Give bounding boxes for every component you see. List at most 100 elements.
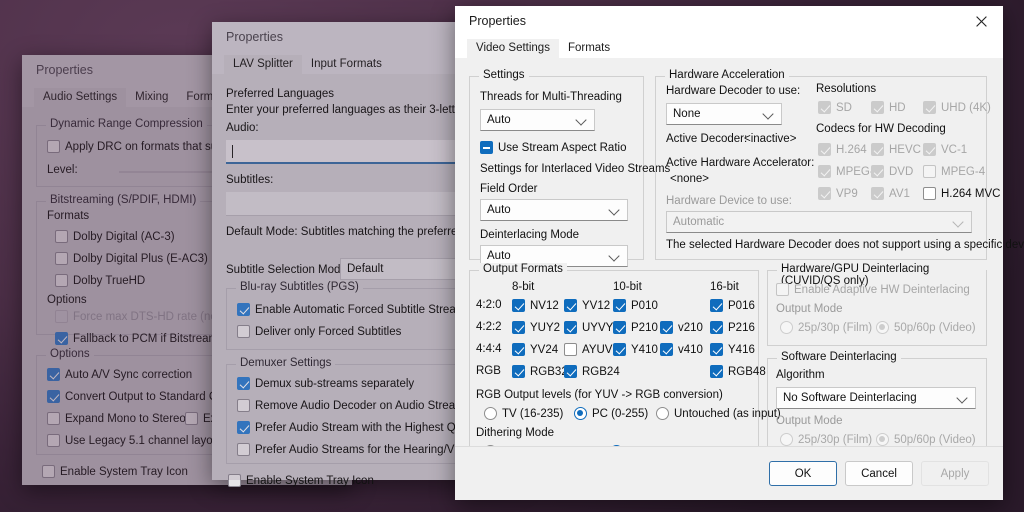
radio-rgb-level-tv[interactable]: TV (16-235) — [484, 407, 563, 420]
checkbox-prefer-audio-stream-highest-quality[interactable]: Prefer Audio Stream with the Highest Qua… — [237, 421, 483, 434]
label-interlaced-video-streams: Settings for Interlaced Video Streams — [480, 163, 670, 175]
checkbox-label: Auto A/V Sync correction — [65, 369, 192, 381]
checkbox-label: Demux sub-streams separately — [255, 378, 414, 390]
select-value: Auto — [487, 250, 609, 262]
tab-mixing[interactable]: Mixing — [126, 88, 177, 107]
checkbox-box — [47, 434, 60, 447]
label-preferred-languages: Preferred Languages — [226, 88, 334, 100]
select-threads-for-multithreading[interactable]: Auto — [480, 109, 595, 131]
checkbox-codec-hevc: HEVC — [871, 143, 921, 156]
label-hardware-decoder-to-use: Hardware Decoder to use: — [666, 85, 800, 97]
tabstrip-video[interactable]: Video Settings Formats — [455, 36, 1003, 58]
checkbox-dolby-digital-ac3[interactable]: Dolby Digital (AC-3) — [55, 230, 175, 243]
radio-rgb-level-pc[interactable]: PC (0-255) — [574, 407, 648, 420]
label-bitstream-options: Options — [47, 294, 87, 306]
checkbox-format-yv12[interactable]: YV12 — [564, 299, 610, 312]
legend-bitstreaming: Bitstreaming (S/PDIF, HDMI) — [46, 194, 200, 206]
apply-button: Apply — [921, 461, 989, 486]
checkbox-box — [564, 343, 577, 356]
checkbox-label: RGB48 — [728, 366, 766, 378]
radio-label: 25p/30p (Film) — [798, 434, 872, 446]
checkbox-format-uyvy[interactable]: UYVY — [564, 321, 613, 334]
checkbox-dolby-truehd[interactable]: Dolby TrueHD — [55, 274, 145, 287]
tab-input-formats[interactable]: Input Formats — [302, 55, 391, 74]
chevron-down-icon — [953, 216, 965, 228]
checkbox-box — [613, 299, 626, 312]
titlebar-video[interactable]: Properties — [455, 6, 1003, 36]
label-hw-output-mode: Output Mode — [776, 303, 842, 315]
checkbox-format-p216[interactable]: P216 — [710, 321, 755, 334]
checkbox-codec-dvd: DVD — [871, 165, 913, 178]
checkbox-expand-mono-to-stereo[interactable]: Expand Mono to Stereo — [47, 412, 186, 425]
checkbox-box — [47, 140, 60, 153]
ok-button[interactable]: OK — [769, 461, 837, 486]
checkbox-label: Dolby Digital Plus (E-AC3) — [73, 253, 208, 265]
checkbox-box — [512, 321, 525, 334]
checkbox-label: RGB32 — [530, 366, 568, 378]
window-video-properties[interactable]: Properties Video Settings Formats Settin… — [455, 6, 1003, 500]
checkbox-format-y416[interactable]: Y416 — [710, 343, 755, 356]
checkbox-label: YV12 — [582, 300, 610, 312]
checkbox-enable-system-tray-icon-splitter[interactable]: Enable System Tray Icon — [228, 474, 374, 487]
checkbox-format-v210[interactable]: v210 — [660, 321, 703, 334]
checkbox-codec-h264: H.264 — [818, 143, 867, 156]
tab-formats[interactable]: Formats — [559, 39, 619, 58]
tab-lav-splitter[interactable]: LAV Splitter — [224, 55, 302, 74]
checkbox-format-ayuv[interactable]: AYUV — [564, 343, 612, 356]
checkbox-format-yv24[interactable]: YV24 — [512, 343, 558, 356]
select-value: Auto — [487, 114, 576, 126]
checkbox-box — [480, 141, 493, 154]
group-settings: Settings Threads for Multi-Threading Aut… — [469, 76, 644, 260]
radio-sw-50p60p-video: 50p/60p (Video) — [876, 433, 976, 446]
tab-video-settings[interactable]: Video Settings — [467, 39, 559, 58]
checkbox-label: Enable Automatic Forced Subtitle Stream — [255, 304, 465, 316]
label-dithering-mode: Dithering Mode — [476, 427, 554, 439]
checkbox-auto-av-sync[interactable]: Auto A/V Sync correction — [47, 368, 192, 381]
checkbox-box — [55, 274, 68, 287]
row-header-rgb: RGB — [476, 365, 501, 377]
checkbox-deliver-only-forced-subtitles[interactable]: Deliver only Forced Subtitles — [237, 325, 401, 338]
legend-settings: Settings — [479, 69, 529, 81]
label-subtitles: Subtitles: — [226, 174, 273, 186]
checkbox-format-p010[interactable]: P010 — [613, 299, 658, 312]
radio-rgb-level-untouched[interactable]: Untouched (as input) — [656, 407, 781, 420]
close-icon[interactable] — [959, 6, 1003, 36]
select-software-deinterlacing-algorithm[interactable]: No Software Deinterlacing — [776, 387, 976, 409]
checkbox-label: AYUV — [582, 344, 612, 356]
checkbox-format-rgb48[interactable]: RGB48 — [710, 365, 766, 378]
legend-drc: Dynamic Range Compression — [46, 118, 207, 130]
checkbox-format-v410[interactable]: v410 — [660, 343, 703, 356]
checkbox-format-p210[interactable]: P210 — [613, 321, 658, 334]
checkbox-demux-sub-streams-separately[interactable]: Demux sub-streams separately — [237, 377, 414, 390]
checkbox-box — [818, 101, 831, 114]
checkbox-format-rgb24[interactable]: RGB24 — [564, 365, 620, 378]
checkbox-format-p016[interactable]: P016 — [710, 299, 755, 312]
radio-dot — [574, 407, 587, 420]
checkbox-codec-h264-mvc[interactable]: H.264 MVC — [923, 187, 1000, 200]
checkbox-enable-automatic-forced-subtitle-stream[interactable]: Enable Automatic Forced Subtitle Stream — [237, 303, 465, 316]
checkbox-label: P210 — [631, 322, 658, 334]
checkbox-enable-system-tray-icon-audio[interactable]: Enable System Tray Icon — [42, 465, 188, 478]
checkbox-box — [237, 399, 250, 412]
tab-audio-settings[interactable]: Audio Settings — [34, 88, 126, 107]
checkbox-label: HEVC — [889, 144, 921, 156]
checkbox-format-nv12[interactable]: NV12 — [512, 299, 559, 312]
checkbox-box — [710, 365, 723, 378]
column-header-16bit: 16-bit — [710, 281, 739, 293]
checkbox-format-y410[interactable]: Y410 — [613, 343, 658, 356]
chevron-down-icon — [576, 114, 588, 126]
cancel-button[interactable]: Cancel — [845, 461, 913, 486]
select-hardware-decoder[interactable]: None — [666, 103, 782, 125]
label-field-order: Field Order — [480, 183, 538, 195]
checkbox-label: YV24 — [530, 344, 558, 356]
radio-hw-25p30p-film: 25p/30p (Film) — [780, 321, 872, 334]
checkbox-use-stream-aspect-ratio[interactable]: Use Stream Aspect Ratio — [480, 141, 626, 154]
checkbox-format-yuy2[interactable]: YUY2 — [512, 321, 560, 334]
checkbox-dolby-digital-plus-eac3[interactable]: Dolby Digital Plus (E-AC3) — [55, 252, 208, 265]
select-field-order[interactable]: Auto — [480, 199, 628, 221]
checkbox-box — [512, 365, 525, 378]
checkbox-format-rgb32[interactable]: RGB32 — [512, 365, 568, 378]
checkbox-label: MPEG-4 — [941, 166, 985, 178]
checkbox-use-legacy-51-layout[interactable]: Use Legacy 5.1 channel layout — [47, 434, 222, 447]
checkbox-box — [47, 368, 60, 381]
